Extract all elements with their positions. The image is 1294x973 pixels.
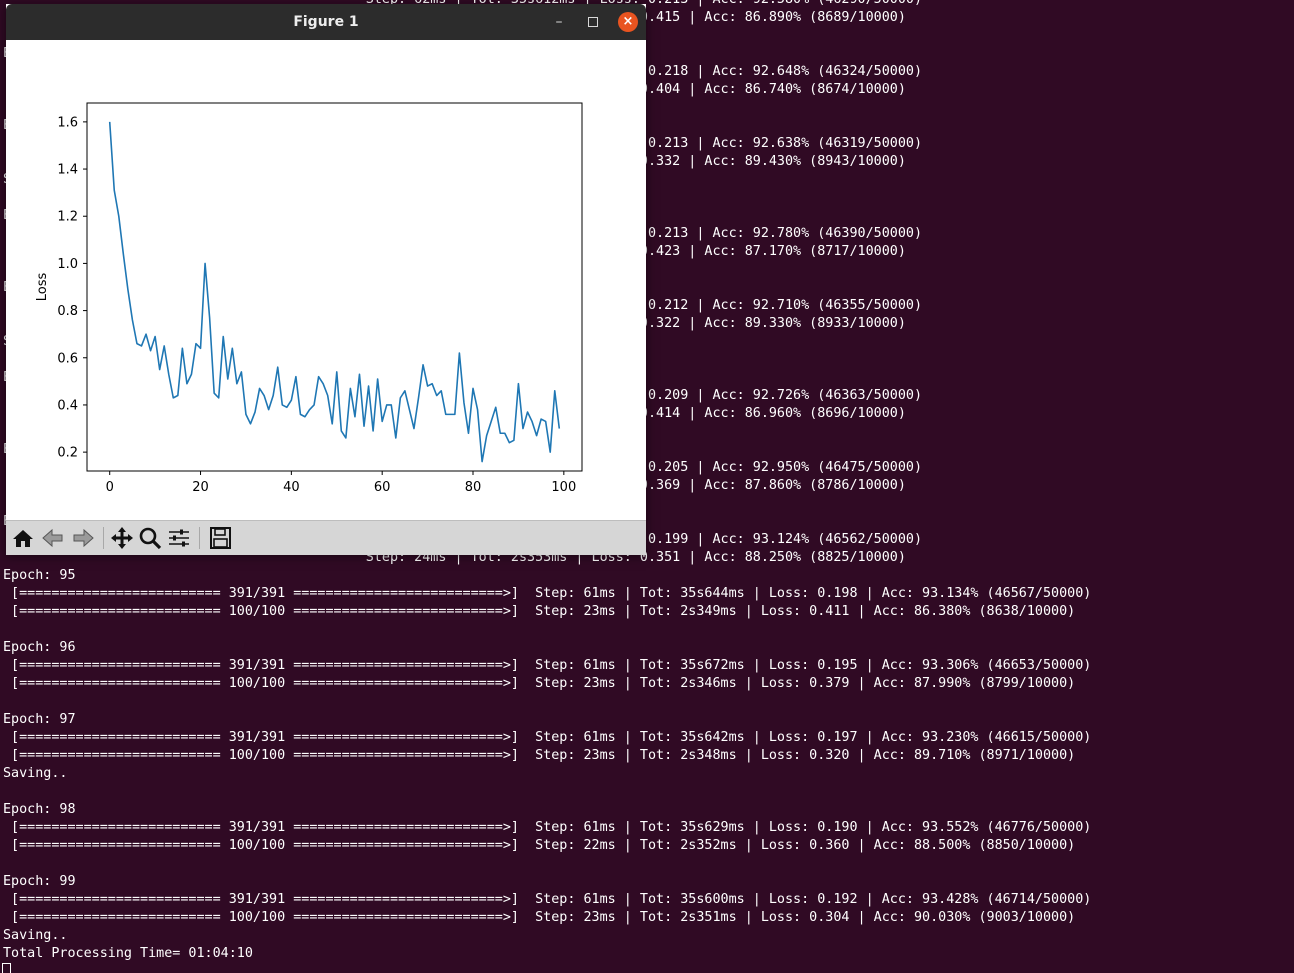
x-tick-label: 100: [551, 480, 576, 495]
terminal-line: Saving..: [3, 766, 68, 781]
terminal-line: Epoch: 97: [3, 712, 76, 727]
plot-canvas[interactable]: 0 20 40 60 80 100 0.2 0.4 0.6 0.8 1.0 1.2 1.4 1.6 Loss: [6, 40, 646, 520]
x-tick-label: 80: [465, 480, 482, 495]
home-icon: [13, 530, 33, 547]
y-tick-label: 0.4: [57, 398, 78, 413]
x-tick-label: 60: [374, 480, 391, 495]
terminal-line: [========================= 391/391 =====…: [3, 730, 1092, 745]
y-tick-label: 1.0: [57, 257, 78, 272]
terminal-line: Total Processing Time= 01:04:10: [3, 946, 253, 961]
forward-arrow-icon: [73, 528, 94, 548]
plot-frame: [86, 102, 583, 472]
configure-subplots-button[interactable]: [166, 526, 192, 550]
terminal-cursor: [2, 963, 11, 973]
terminal-line: Epoch: 96: [3, 640, 76, 655]
terminal-line: Epoch: 98: [3, 802, 76, 817]
pan-move-icon: [111, 527, 133, 549]
navigation-toolbar: [6, 520, 646, 555]
save-floppy-icon: [210, 527, 231, 549]
toolbar-separator: [103, 527, 104, 549]
x-tick-label: 40: [283, 480, 300, 495]
pan-button[interactable]: [109, 526, 135, 550]
back-arrow-icon: [42, 528, 63, 548]
figure-window: Figure 1 – × 0 20 40 60 80 100 0.2 0.4 0.6 0.8 1.0…: [6, 4, 646, 555]
home-button[interactable]: [10, 526, 36, 550]
y-tick-label: 0.8: [57, 304, 78, 319]
x-tick-label: 20: [192, 480, 209, 495]
terminal-line: [========================= 100/100 =====…: [3, 910, 1076, 925]
y-tick-label: 1.4: [57, 163, 78, 178]
loss-series-line: [108, 121, 561, 463]
back-button[interactable]: [40, 526, 66, 550]
terminal-line: [========================= 100/100 =====…: [3, 748, 1076, 763]
terminal-line: Epoch: 95: [3, 568, 76, 583]
terminal-line: [========================= 391/391 =====…: [3, 820, 1092, 835]
loss-chart: 0 20 40 60 80 100 0.2 0.4 0.6 0.8 1.0 1.2 1.4 1.6 Loss: [35, 102, 583, 495]
terminal-line: [========================= 391/391 =====…: [3, 892, 1092, 907]
y-tick-label: 1.6: [57, 115, 78, 130]
terminal-line: [========================= 100/100 =====…: [3, 676, 1076, 691]
toolbar-separator: [199, 527, 200, 549]
maximize-icon: [588, 17, 598, 27]
y-tick-label: 0.6: [57, 351, 78, 366]
window-titlebar[interactable]: Figure 1 – ×: [6, 4, 646, 40]
forward-button[interactable]: [70, 526, 96, 550]
zoom-button[interactable]: [137, 526, 163, 550]
save-button[interactable]: [207, 526, 233, 550]
y-axis-label: Loss: [35, 273, 50, 302]
terminal-line: [========================= 100/100 =====…: [3, 838, 1076, 853]
minimize-button[interactable]: –: [550, 13, 568, 31]
zoom-magnifier-icon: [139, 527, 162, 550]
terminal-line: [========================= 100/100 =====…: [3, 604, 1076, 619]
terminal-line: Saving..: [3, 928, 68, 943]
terminal-line: [========================= 391/391 =====…: [3, 586, 1092, 601]
y-tick-label: 1.2: [57, 210, 78, 225]
terminal-line: [========================= 391/391 =====…: [3, 658, 1092, 673]
y-tick-label: 0.2: [57, 446, 78, 461]
subplots-config-icon: [169, 529, 189, 547]
maximize-button[interactable]: [584, 13, 602, 31]
terminal-line: Epoch: 99: [3, 874, 76, 889]
x-tick-label: 0: [106, 480, 114, 495]
close-button[interactable]: ×: [618, 12, 638, 32]
